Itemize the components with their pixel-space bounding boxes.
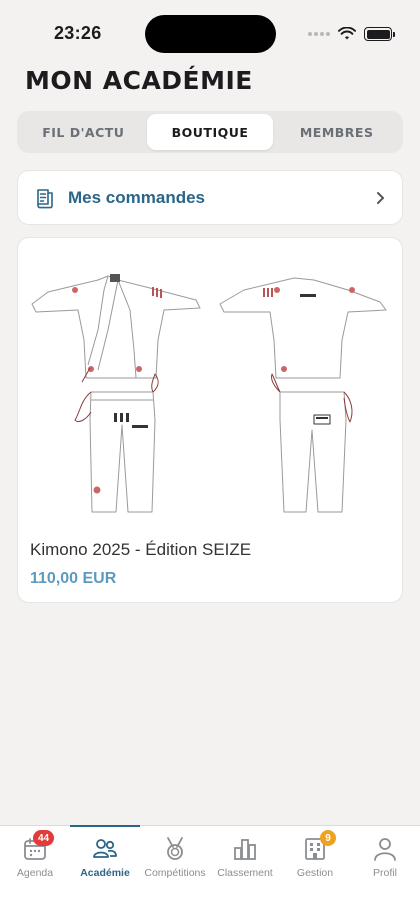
orders-label: Mes commandes xyxy=(68,187,205,207)
product-card[interactable]: Kimono 2025 - Édition SEIZE 110,00 EUR xyxy=(17,237,403,603)
product-name: Kimono 2025 - Édition SEIZE xyxy=(30,540,252,559)
status-bar: 23:26 xyxy=(0,0,420,64)
product-price: 110,00 EUR xyxy=(30,570,117,587)
tab-boutique[interactable]: BOUTIQUE xyxy=(146,114,274,150)
tab-gestion[interactable]: 9 Gestion xyxy=(280,826,350,912)
tab-bar: 44 Agenda Académie Compétitions Classeme… xyxy=(0,825,420,912)
person-icon xyxy=(374,838,396,861)
status-time: 23:26 xyxy=(54,23,102,43)
segmented-control: FIL D'ACTU BOUTIQUE MEMBRES xyxy=(17,111,403,153)
product-image[interactable] xyxy=(18,250,403,530)
tab-label: Agenda xyxy=(16,867,54,879)
tab-competitions[interactable]: Compétitions xyxy=(140,826,210,912)
gestion-badge: 9 xyxy=(320,830,336,846)
people-icon xyxy=(93,839,117,858)
medal-icon xyxy=(167,837,183,860)
tab-profil[interactable]: Profil xyxy=(350,826,420,912)
tab-academie[interactable]: Académie xyxy=(70,825,140,912)
tab-label: Classement xyxy=(217,867,273,879)
tab-label: Profil xyxy=(373,867,397,879)
bar-chart-icon xyxy=(234,839,256,860)
tab-agenda[interactable]: 44 Agenda xyxy=(0,826,70,912)
tab-classement[interactable]: Classement xyxy=(210,826,280,912)
tab-fil-d-actu[interactable]: FIL D'ACTU xyxy=(20,114,147,150)
page-title: MON ACADÉMIE xyxy=(25,66,253,95)
battery-icon xyxy=(364,27,395,41)
tab-membres[interactable]: MEMBRES xyxy=(273,114,400,150)
receipt-icon xyxy=(37,188,53,208)
agenda-badge: 44 xyxy=(33,830,55,846)
dynamic-island xyxy=(145,15,276,53)
tab-label: Gestion xyxy=(296,867,334,879)
cellular-signal-icon xyxy=(308,32,330,36)
orders-row[interactable]: Mes commandes xyxy=(17,170,403,225)
chevron-right-icon xyxy=(377,191,384,204)
tab-label: Compétitions xyxy=(144,867,206,879)
tab-label: Académie xyxy=(80,867,130,879)
status-icons xyxy=(308,24,395,44)
wifi-icon xyxy=(338,27,356,40)
